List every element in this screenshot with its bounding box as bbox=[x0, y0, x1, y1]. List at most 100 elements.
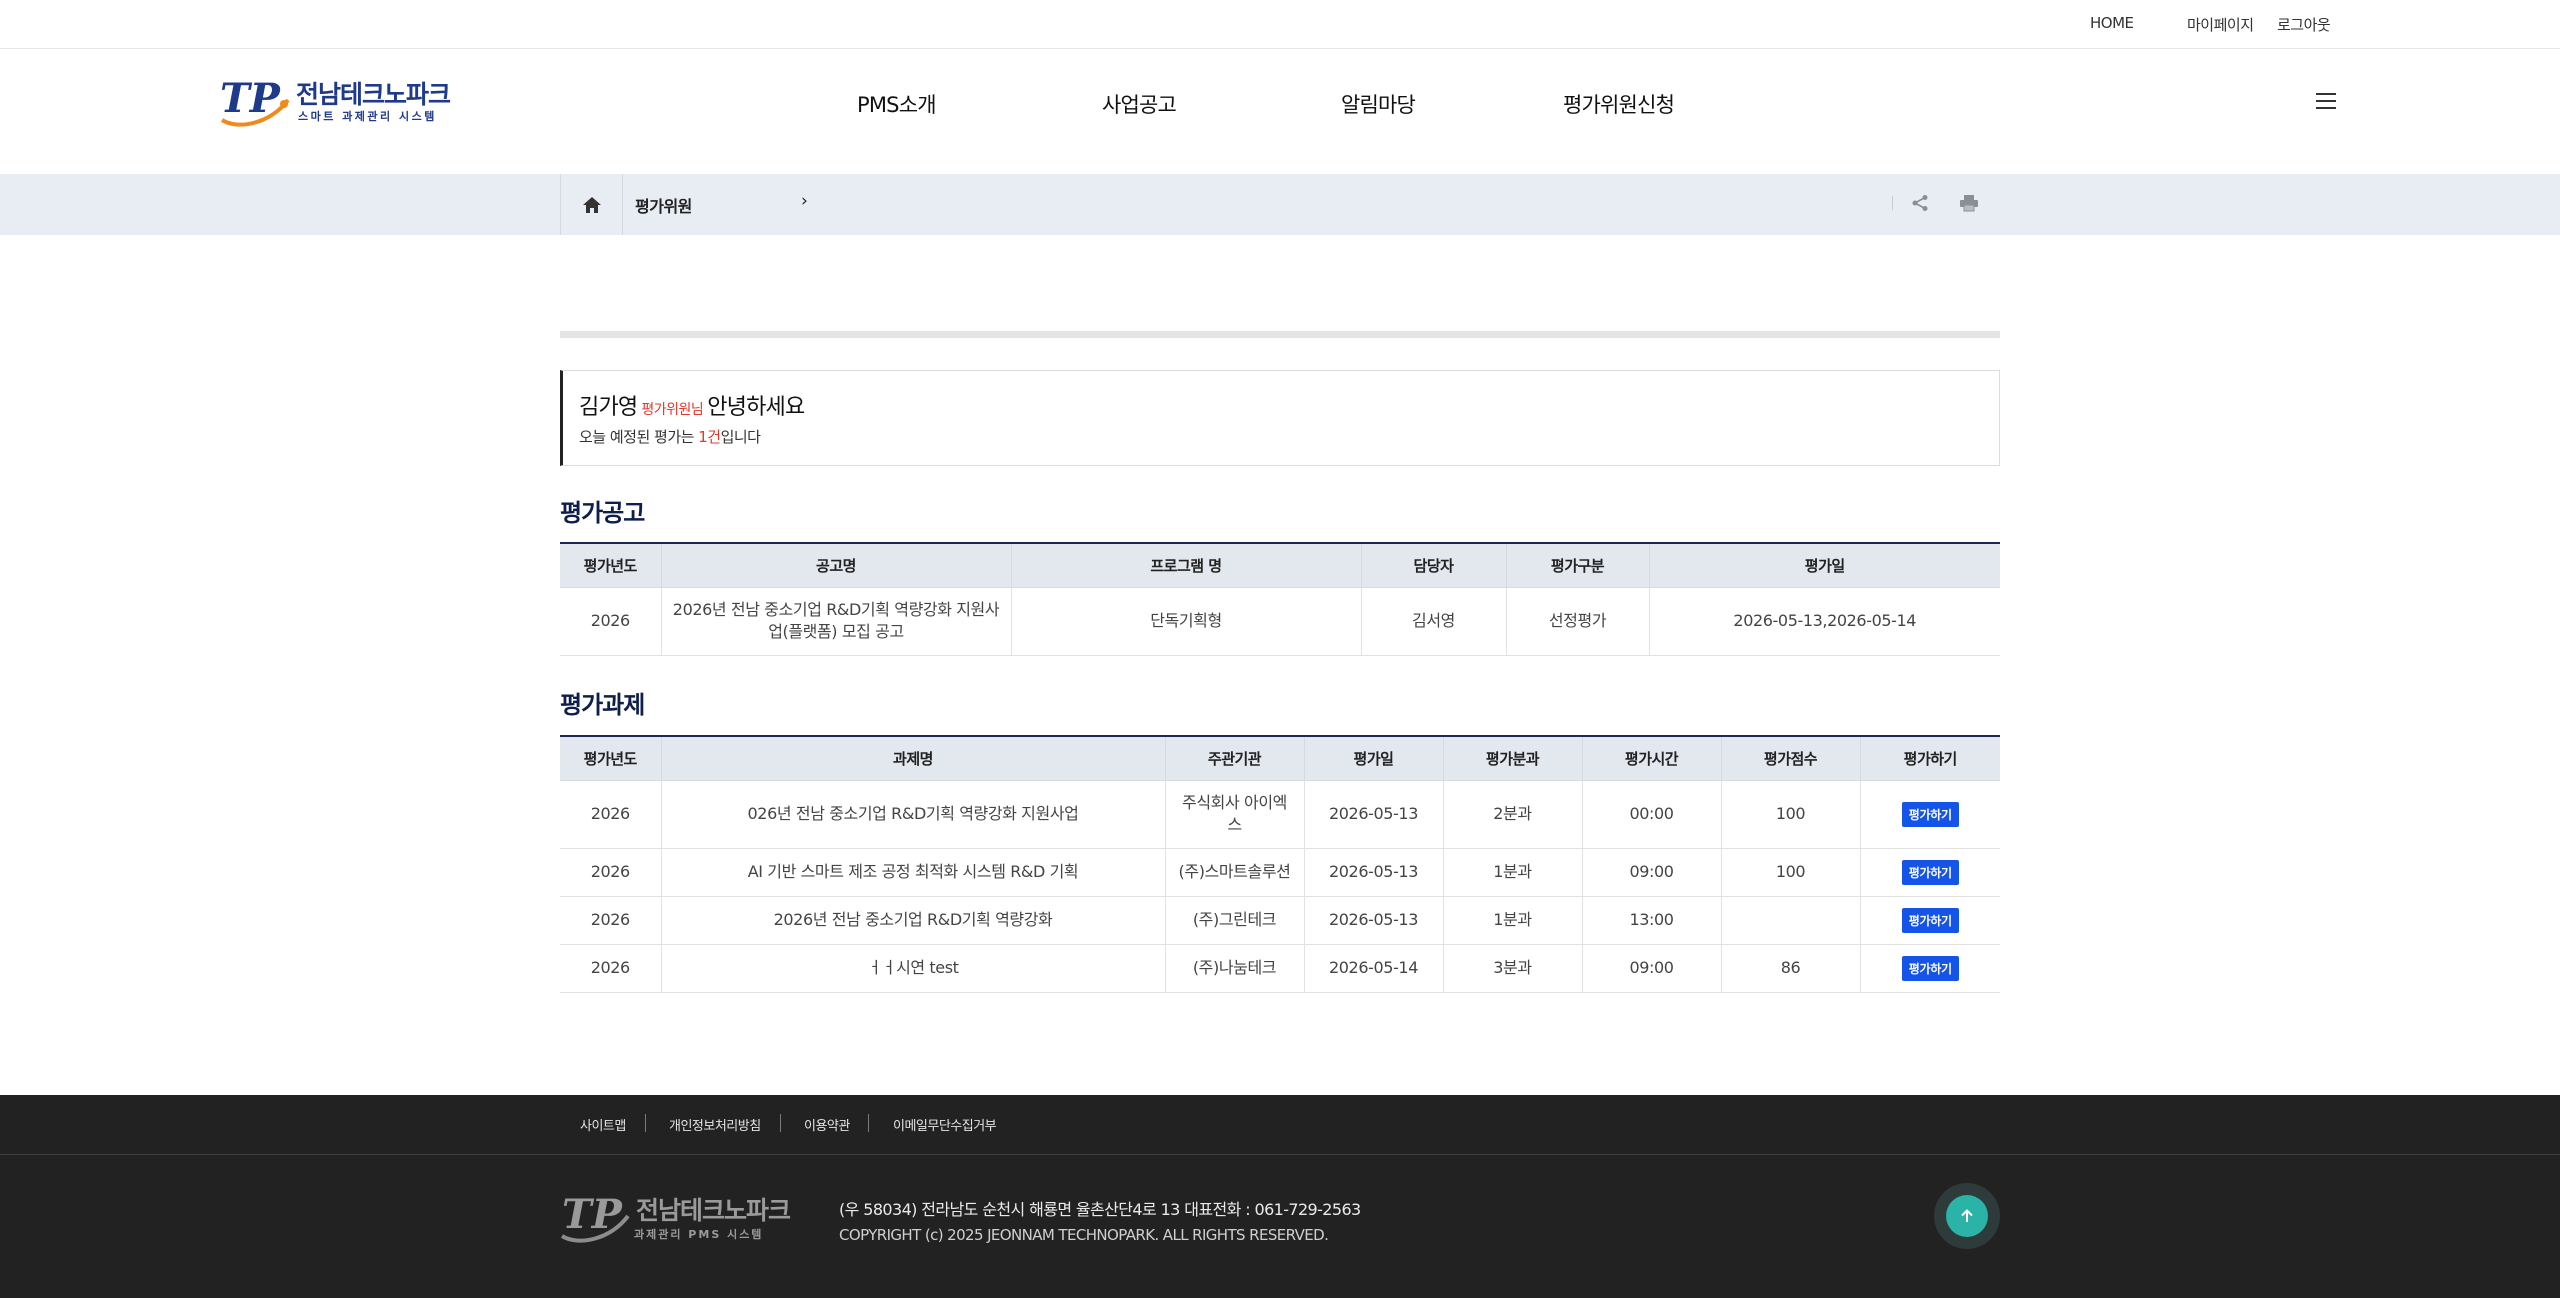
table-cell: 100 bbox=[1720, 847, 1861, 897]
breadcrumb-current[interactable]: 평가위원 bbox=[635, 193, 692, 217]
task-name-cell[interactable]: 026년 전남 중소기업 R&D기획 역량강화 지원사업 bbox=[660, 779, 1166, 849]
col-header: 평가년도 bbox=[560, 736, 662, 781]
tasks-section-title: 평가과제 bbox=[560, 691, 645, 719]
footer-copyright: COPYRIGHT (c) 2025 JEONNAM TECHNOPARK. A… bbox=[839, 1226, 1329, 1244]
toolbar-divider bbox=[1892, 196, 1893, 210]
notice-prefix: 오늘 예정된 평가는 bbox=[579, 428, 699, 446]
print-icon[interactable] bbox=[1956, 190, 1982, 216]
col-header: 평가시간 bbox=[1581, 736, 1722, 781]
table-cell: 1분과 bbox=[1442, 895, 1583, 945]
utility-bar: HOME 마이페이지 로그아웃 bbox=[0, 0, 2560, 49]
home-icon[interactable] bbox=[560, 174, 623, 235]
footer-privacy-link[interactable]: 개인정보처리방침 bbox=[669, 1115, 761, 1134]
logo-mark: TP bbox=[220, 75, 290, 127]
col-header: 평가구분 bbox=[1505, 543, 1650, 588]
gnb-business-notice[interactable]: 사업공고 bbox=[1102, 89, 1177, 119]
table-cell: 2026 bbox=[560, 586, 662, 656]
footer-terms-link[interactable]: 이용약관 bbox=[804, 1115, 850, 1134]
table-row[interactable]: 2026 026년 전남 중소기업 R&D기획 역량강화 지원사업 주식회사 아… bbox=[560, 779, 2000, 849]
location-bar: 평가위원 › bbox=[0, 174, 2560, 235]
svg-text:TP: TP bbox=[220, 75, 282, 122]
gnb-notice-board[interactable]: 알림마당 bbox=[1341, 89, 1416, 119]
announce-table: 평가년도 공고명 프로그램 명 담당자 평가구분 평가일 2026 2026년 … bbox=[560, 542, 2000, 656]
table-cell: 3분과 bbox=[1442, 943, 1583, 993]
footer-logo-title: 전남테크노파크 bbox=[636, 1196, 791, 1225]
table-row[interactable]: 2026 2026년 전남 중소기업 R&D기획 역량강화 지원사업(플랫폼) … bbox=[560, 586, 2000, 656]
breadcrumb-arrow[interactable]: › bbox=[801, 191, 808, 211]
table-row[interactable]: 2026 ㅓㅓ시연 test (주)나눔테크 2026-05-14 3분과 09… bbox=[560, 943, 2000, 993]
col-header: 평가년도 bbox=[560, 543, 662, 588]
table-cell: (주)그린테크 bbox=[1164, 895, 1305, 945]
logo-subtitle: 스마트 과제관리 시스템 bbox=[298, 110, 437, 123]
site-logo[interactable]: TP 전남테크노파크 스마트 과제관리 시스템 bbox=[218, 74, 451, 128]
greeting-text: 안녕하세요 bbox=[707, 395, 805, 420]
task-name-cell[interactable]: AI 기반 스마트 제조 공정 최적화 시스템 R&D 기획 bbox=[660, 847, 1166, 897]
table-cell: 선정평가 bbox=[1505, 586, 1650, 656]
task-name-cell[interactable]: ㅓㅓ시연 test bbox=[660, 943, 1166, 993]
col-header: 프로그램 명 bbox=[1010, 543, 1362, 588]
footer-logo: TP 전남테크노파크 과제관리 PMS 시스템 bbox=[560, 1190, 791, 1244]
tasks-table: 평가년도 과제명 주관기관 평가일 평가분과 평가시간 평가점수 평가하기 20… bbox=[560, 735, 2000, 993]
table-cell: 13:00 bbox=[1581, 895, 1722, 945]
table-cell: 2026 bbox=[560, 895, 662, 945]
table-cell: (주)나눔테크 bbox=[1164, 943, 1305, 993]
table-cell: 주식회사 아이엑스 bbox=[1164, 779, 1305, 849]
user-role: 평가위원님 bbox=[641, 402, 704, 418]
footer-nav: 사이트맵 개인정보처리방침 이용약관 이메일무단수집거부 bbox=[0, 1095, 2560, 1155]
greeting-box: 김가영 평가위원님 안녕하세요 오늘 예정된 평가는 1건입니다 bbox=[560, 370, 2000, 466]
table-cell: 09:00 bbox=[1581, 943, 1722, 993]
table-cell: 100 bbox=[1720, 779, 1861, 849]
logo-title: 전남테크노파크 bbox=[296, 80, 451, 109]
action-cell: 평가하기 bbox=[1859, 895, 2000, 945]
col-header: 주관기관 bbox=[1164, 736, 1305, 781]
table-header-row: 평가년도 공고명 프로그램 명 담당자 평가구분 평가일 bbox=[560, 543, 2000, 588]
col-header: 담당자 bbox=[1360, 543, 1507, 588]
footer-logo-subtitle: 과제관리 PMS 시스템 bbox=[634, 1228, 764, 1241]
action-cell: 평가하기 bbox=[1859, 779, 2000, 849]
gnb-evaluator-apply[interactable]: 평가위원신청 bbox=[1563, 89, 1675, 119]
action-cell: 평가하기 bbox=[1859, 943, 2000, 993]
evaluate-button[interactable]: 평가하기 bbox=[1901, 859, 1959, 885]
gnb-pms-intro[interactable]: PMS소개 bbox=[857, 89, 937, 119]
table-cell: 2026 bbox=[560, 847, 662, 897]
table-cell: 2026-05-14 bbox=[1303, 943, 1444, 993]
footer-sitemap-link[interactable]: 사이트맵 bbox=[580, 1115, 626, 1134]
table-cell: 2026-05-13 bbox=[1303, 847, 1444, 897]
col-header: 평가일 bbox=[1648, 543, 2000, 588]
table-cell: 2026-05-13 bbox=[1303, 895, 1444, 945]
table-cell: 1분과 bbox=[1442, 847, 1583, 897]
share-icon[interactable] bbox=[1907, 190, 1933, 216]
notice-suffix: 입니다 bbox=[720, 428, 761, 446]
table-cell: 00:00 bbox=[1581, 779, 1722, 849]
table-cell: 단독기획형 bbox=[1010, 586, 1362, 656]
today-evaluation-notice: 오늘 예정된 평가는 1건입니다 bbox=[579, 426, 761, 447]
table-cell: 09:00 bbox=[1581, 847, 1722, 897]
table-row[interactable]: 2026 2026년 전남 중소기업 R&D기획 역량강화 (주)그린테크 20… bbox=[560, 895, 2000, 945]
announce-name-cell[interactable]: 2026년 전남 중소기업 R&D기획 역량강화 지원사업(플랫폼) 모집 공고 bbox=[660, 586, 1012, 656]
hamburger-icon[interactable] bbox=[2316, 93, 2336, 110]
col-header: 평가일 bbox=[1303, 736, 1444, 781]
col-header: 평가점수 bbox=[1720, 736, 1861, 781]
evaluate-button[interactable]: 평가하기 bbox=[1901, 907, 1959, 933]
task-name-cell[interactable]: 2026년 전남 중소기업 R&D기획 역량강화 bbox=[660, 895, 1166, 945]
table-cell bbox=[1720, 895, 1861, 945]
evaluate-button[interactable]: 평가하기 bbox=[1901, 801, 1959, 827]
table-cell: 2026-05-13 bbox=[1303, 779, 1444, 849]
footer-divider bbox=[868, 1114, 869, 1132]
col-header: 공고명 bbox=[660, 543, 1012, 588]
footer-divider bbox=[780, 1114, 781, 1132]
table-cell: 2분과 bbox=[1442, 779, 1583, 849]
logout-link[interactable]: 로그아웃 bbox=[2277, 14, 2331, 35]
evaluate-button[interactable]: 평가하기 bbox=[1901, 955, 1959, 981]
evaluation-count: 1건 bbox=[698, 428, 721, 446]
table-cell: (주)스마트솔루션 bbox=[1164, 847, 1305, 897]
mypage-link[interactable]: 마이페이지 bbox=[2187, 14, 2254, 35]
scroll-top-button[interactable] bbox=[1934, 1183, 2000, 1249]
table-row[interactable]: 2026 AI 기반 스마트 제조 공정 최적화 시스템 R&D 기획 (주)스… bbox=[560, 847, 2000, 897]
col-header: 과제명 bbox=[660, 736, 1166, 781]
table-cell: 86 bbox=[1720, 943, 1861, 993]
home-link[interactable]: HOME bbox=[2090, 14, 2134, 32]
user-name: 김가영 bbox=[579, 395, 638, 420]
footer-email-policy-link[interactable]: 이메일무단수집거부 bbox=[893, 1115, 997, 1134]
table-cell: 2026-05-13,2026-05-14 bbox=[1648, 586, 2000, 656]
